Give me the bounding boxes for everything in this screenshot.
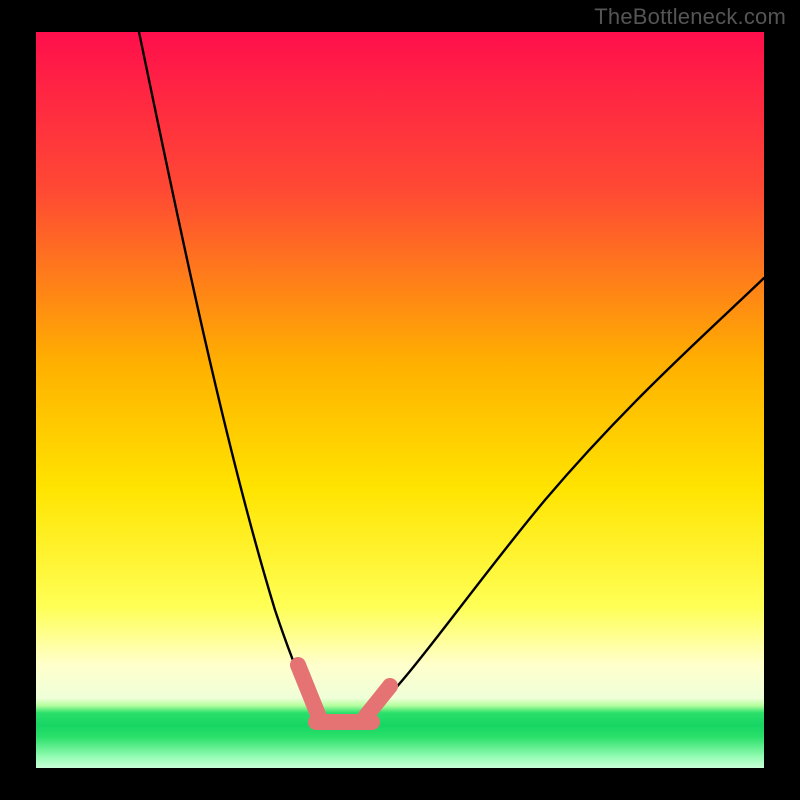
chart-frame: TheBottleneck.com xyxy=(0,0,800,800)
plot-area xyxy=(36,32,764,768)
chart-svg xyxy=(0,0,800,800)
watermark-text: TheBottleneck.com xyxy=(594,4,786,30)
